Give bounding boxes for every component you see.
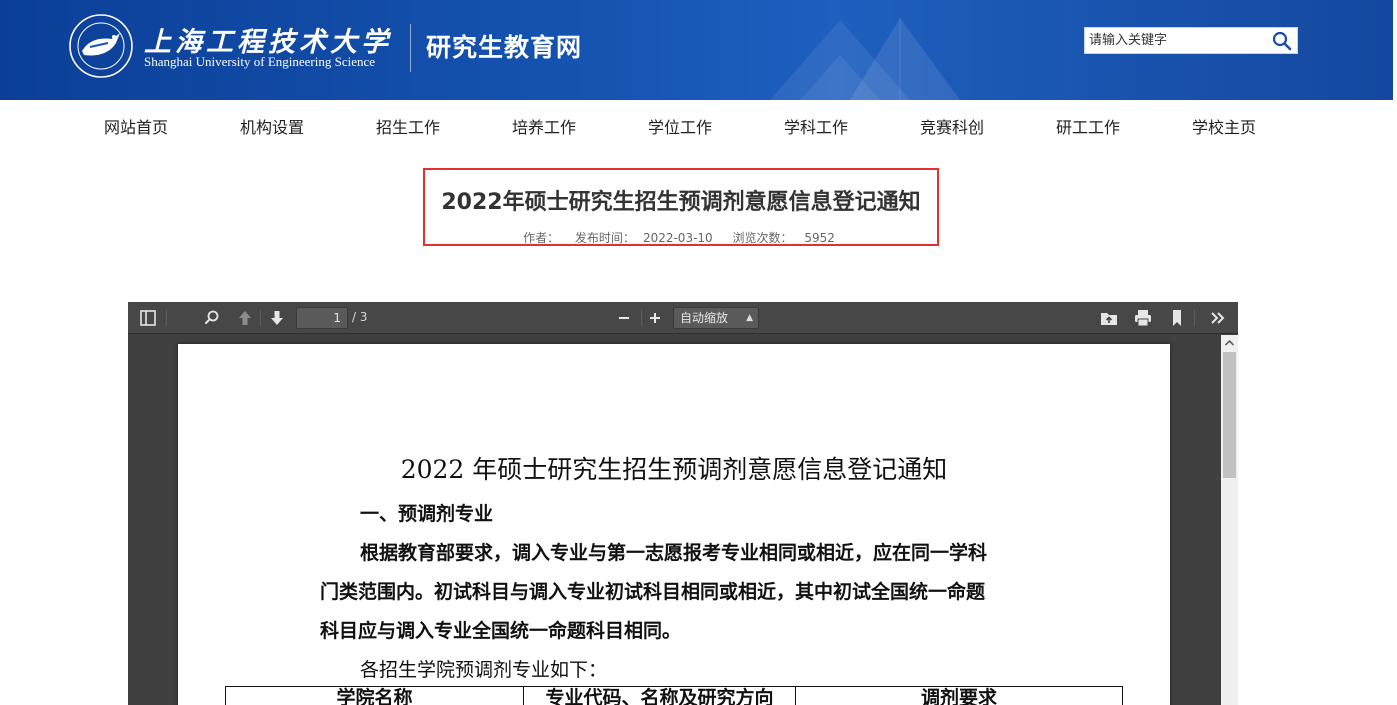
print-icon[interactable] (1132, 308, 1154, 328)
publish-date: 2022-03-10 (642, 231, 713, 245)
table-header-college: 学院名称 (226, 687, 524, 705)
sidebar-toggle-icon[interactable] (137, 308, 159, 328)
views-count: 5952 (804, 231, 835, 245)
pdf-viewer: 1 / 3 自动缩放 ▲ 2022 年硕士研究生招生预调剂意愿信息登记通知 一、… (128, 302, 1238, 705)
document-paragraph-line: 根据教育部要求，调入专业与第一志愿报考专业相同或相近，应在同一学科 (360, 542, 988, 564)
updown-caret-icon: ▲ (746, 313, 753, 323)
scroll-up-arrow-icon[interactable] (1221, 335, 1238, 351)
open-file-icon[interactable] (1098, 308, 1120, 328)
next-page-icon[interactable] (266, 308, 288, 328)
university-emblem-icon[interactable] (68, 13, 134, 79)
page-number-input[interactable]: 1 (296, 307, 348, 329)
nav-item-training[interactable]: 培养工作 (512, 114, 576, 138)
zoom-out-icon[interactable] (613, 308, 635, 328)
bookmark-icon[interactable] (1166, 308, 1188, 328)
site-name[interactable]: 研究生教育网 (426, 28, 582, 64)
document-title: 2022 年硕士研究生招生预调剂意愿信息登记通知 (400, 455, 948, 484)
building-watermark-decoration (770, 18, 960, 100)
nav-item-school-home[interactable]: 学校主页 (1192, 114, 1256, 138)
article-title: 2022年硕士研究生招生预调剂意愿信息登记通知 (441, 190, 921, 215)
document-paragraph-line: 门类范围内。初试科目与调入专业初试科目相同或相近，其中初试全国统一命题 (320, 581, 986, 603)
zoom-select-value: 自动缩放 (680, 311, 729, 325)
pdf-scrollbar[interactable] (1221, 335, 1238, 705)
nav-item-admissions[interactable]: 招生工作 (376, 114, 440, 138)
table-header-requirements: 调剂要求 (920, 687, 997, 705)
toolbar-separator (260, 310, 261, 326)
document-paragraph-line: 科目应与调入专业全国统一命题科目相同。 (320, 620, 682, 642)
nav-item-student-affairs[interactable]: 研工工作 (1056, 114, 1120, 138)
nav-item-home[interactable]: 网站首页 (104, 114, 168, 138)
pdf-page: 2022 年硕士研究生招生预调剂意愿信息登记通知 一、预调剂专业 根据教育部要求… (178, 344, 1170, 705)
document-section-heading: 一、预调剂专业 (360, 503, 494, 525)
nav-item-disciplines[interactable]: 学科工作 (784, 114, 848, 138)
author-label: 作者： (523, 231, 560, 245)
table-header-major: 专业代码、名称及研究方向 (524, 687, 796, 705)
toolbar-separator (1194, 310, 1195, 326)
find-icon[interactable] (201, 308, 223, 328)
previous-page-icon[interactable] (234, 308, 256, 328)
search-box (1084, 27, 1298, 54)
nav-item-degrees[interactable]: 学位工作 (648, 114, 712, 138)
scroll-thumb[interactable] (1223, 352, 1236, 478)
toolbar-separator (166, 310, 167, 326)
views-label: 浏览次数： (732, 231, 793, 245)
publish-label: 发布时间： (574, 231, 635, 245)
nav-item-competitions[interactable]: 竞赛科创 (920, 114, 984, 138)
university-name-en[interactable]: Shanghai University of Engineering Scien… (144, 54, 375, 70)
article-header-highlight: 2022年硕士研究生招生预调剂意愿信息登记通知 作者： 发布时间： 2022-03… (423, 168, 939, 246)
search-icon[interactable] (1271, 30, 1293, 52)
tools-menu-icon[interactable] (1207, 308, 1229, 328)
document-list-intro: 各招生学院预调剂专业如下： (360, 659, 608, 681)
pdf-toolbar: 1 / 3 自动缩放 ▲ (128, 302, 1238, 334)
nav-item-organization[interactable]: 机构设置 (240, 114, 304, 138)
main-nav: 网站首页 机构设置 招生工作 培养工作 学位工作 学科工作 竞赛科创 研工工作 … (0, 100, 1393, 148)
header-banner: 上海工程技术大学 Shanghai University of Engineer… (0, 0, 1393, 100)
search-input[interactable] (1085, 28, 1271, 53)
zoom-in-icon[interactable] (644, 308, 666, 328)
article-meta: 作者： 发布时间： 2022-03-10 浏览次数： 5952 (425, 229, 937, 246)
logo-divider (410, 24, 411, 72)
document-table-header: 学院名称 专业代码、名称及研究方向 调剂要求 (225, 686, 1123, 705)
toolbar-separator (641, 310, 642, 326)
zoom-select[interactable]: 自动缩放 ▲ (673, 307, 759, 329)
page-count: / 3 (352, 310, 368, 324)
